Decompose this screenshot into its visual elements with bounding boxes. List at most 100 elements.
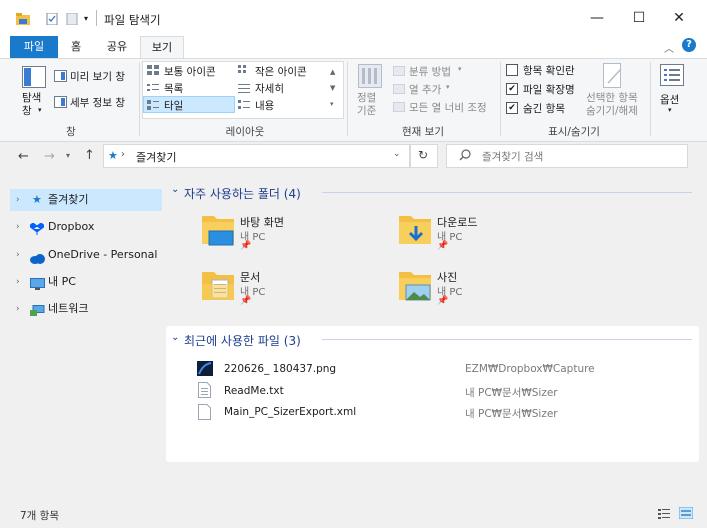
nav-item-onedrive[interactable]: › OneDrive - Personal (10, 244, 162, 266)
layout-medium-icons[interactable]: 보통 아이콘 (164, 64, 216, 79)
search-icon (459, 149, 471, 164)
file-icon (198, 404, 211, 423)
layout-details[interactable]: 자세히 (255, 81, 284, 96)
collapse-ribbon-icon[interactable]: ︿ (664, 40, 674, 55)
navigation-pane-icon[interactable] (22, 66, 46, 91)
details-pane-icon (54, 96, 67, 111)
layout-list[interactable]: 목록 (164, 81, 183, 96)
refresh-icon: ↻ (418, 148, 429, 162)
nav-item-label: 네트워크 (48, 302, 89, 315)
expand-chevron-icon[interactable]: › (16, 244, 20, 266)
sort-by-button[interactable]: 정렬 기준 (357, 92, 376, 118)
desktop-folder-icon[interactable] (200, 212, 236, 251)
options-icon (660, 64, 684, 89)
breadcrumb-current[interactable]: 즐겨찾기 (136, 149, 176, 165)
forward-arrow-icon[interactable]: → (44, 149, 55, 164)
window-title: 파일 탐색기 (104, 13, 161, 27)
fit-columns-icon (392, 101, 406, 115)
layout-content[interactable]: 내용 (255, 98, 274, 113)
file-extensions-label: 파일 확장명 (523, 84, 575, 96)
folder-icon (16, 13, 30, 25)
tab-view[interactable]: 보기 (140, 36, 184, 58)
tiles-view-icon[interactable] (678, 506, 694, 522)
current-view-group-label: 현재 보기 (402, 126, 444, 138)
expand-chevron-icon[interactable]: › (16, 298, 20, 320)
group-by-icon (392, 65, 406, 79)
tab-file[interactable]: 파일 (10, 36, 58, 58)
hide-selected-button[interactable]: 선택한 항목 숨기기/해제 (586, 92, 638, 118)
recent-file-name[interactable]: Main_PC_SizerExport.xml (224, 406, 356, 418)
documents-folder-icon[interactable] (200, 268, 236, 307)
options-button[interactable]: 옵션 (660, 92, 679, 107)
navigation-pane-dropdown-icon[interactable]: ▾ (38, 106, 42, 114)
pictures-folder-icon[interactable] (397, 268, 433, 307)
expand-chevron-icon[interactable]: › (16, 189, 20, 211)
fit-columns-button[interactable]: 모든 열 너비 조정 (409, 100, 487, 115)
options-dropdown-icon[interactable]: ▾ (668, 106, 672, 114)
pin-icon: 📌 (240, 296, 252, 306)
cloud-icon (30, 250, 45, 272)
image-file-icon (197, 361, 213, 379)
computer-icon (30, 276, 45, 298)
navigation-pane-button[interactable]: 탐색 창 (22, 92, 41, 118)
list-icon (147, 83, 159, 96)
recent-file-name[interactable]: ReadMe.txt (224, 385, 284, 397)
frequent-folders-heading[interactable]: 자주 사용하는 폴더 (4) (184, 185, 301, 202)
group-by-button[interactable]: 분류 방법 (409, 64, 451, 79)
new-folder-icon[interactable] (66, 12, 78, 26)
close-button[interactable]: ✕ (656, 0, 702, 36)
details-view-icon[interactable] (658, 508, 670, 522)
file-extensions-checkbox[interactable]: ✔ (506, 83, 518, 95)
quick-access-dropdown-icon[interactable]: ▾ (84, 14, 88, 23)
downloads-folder-icon[interactable] (397, 212, 433, 251)
hide-selected-icon (603, 63, 625, 92)
recent-files-heading[interactable]: 최근에 사용한 파일 (3) (184, 332, 301, 349)
section-divider (322, 339, 692, 340)
network-icon (30, 303, 45, 325)
address-dropdown-icon[interactable]: ⌄ (393, 149, 401, 159)
hidden-items-label: 숨긴 항목 (523, 103, 565, 115)
recent-file-path: 내 PC₩문서₩Sizer (465, 387, 558, 399)
minimize-button[interactable]: — (574, 0, 620, 36)
item-checkboxes-label: 항목 확인란 (523, 65, 575, 77)
preview-pane-icon (54, 70, 67, 85)
tiles-icon (147, 100, 159, 113)
small-icons-icon (238, 65, 250, 78)
layout-small-icons[interactable]: 작은 아이콘 (255, 64, 307, 79)
nav-item-quick-access[interactable]: › ★ 즐겨찾기 (10, 189, 162, 211)
expand-chevron-icon[interactable]: › (16, 216, 20, 238)
recent-file-name[interactable]: 220626_ 180437.png (224, 363, 336, 375)
recent-locations-icon[interactable]: ▾ (66, 151, 70, 160)
back-arrow-icon[interactable]: ← (18, 149, 29, 164)
layout-tiles[interactable]: 타일 (164, 98, 183, 113)
add-columns-icon (392, 83, 406, 97)
collapse-chevron-icon[interactable]: ⌄ (171, 184, 179, 195)
add-columns-dropdown-icon[interactable]: ▾ (446, 83, 450, 91)
preview-pane-button[interactable]: 미리 보기 창 (70, 69, 125, 84)
details-icon (238, 83, 250, 96)
showhide-group-label: 표시/숨기기 (548, 126, 600, 138)
nav-item-network[interactable]: › 네트워크 (10, 298, 162, 320)
expand-chevron-icon[interactable]: › (16, 271, 20, 293)
title-divider (96, 10, 97, 26)
nav-item-label: OneDrive - Personal (48, 248, 158, 261)
hidden-items-checkbox[interactable]: ✔ (506, 102, 518, 114)
recent-file-path: 내 PC₩문서₩Sizer (465, 408, 558, 420)
nav-item-this-pc[interactable]: › 내 PC (10, 271, 162, 293)
add-columns-button[interactable]: 열 추가 (409, 82, 441, 97)
gallery-scroll-icons[interactable]: ▲ ▼ ▾ (330, 64, 335, 112)
layout-group-label: 레이아웃 (225, 126, 265, 138)
details-pane-button[interactable]: 세부 정보 창 (70, 95, 125, 110)
group-by-dropdown-icon[interactable]: ▾ (458, 65, 462, 73)
help-icon[interactable]: ? (682, 38, 696, 52)
tab-share[interactable]: 공유 (98, 36, 136, 58)
breadcrumb-chevron-icon[interactable]: › (121, 149, 125, 160)
quick-access-star-icon: ★ (108, 149, 118, 162)
collapse-chevron-icon[interactable]: ⌄ (171, 332, 179, 343)
up-arrow-icon[interactable]: ↑ (84, 148, 95, 163)
nav-item-dropbox[interactable]: › Dropbox (10, 216, 162, 238)
item-checkboxes-checkbox[interactable] (506, 64, 518, 76)
properties-icon[interactable] (46, 12, 58, 26)
tab-home[interactable]: 홈 (60, 36, 92, 58)
recent-file-path: EZM₩Dropbox₩Capture (465, 363, 595, 375)
